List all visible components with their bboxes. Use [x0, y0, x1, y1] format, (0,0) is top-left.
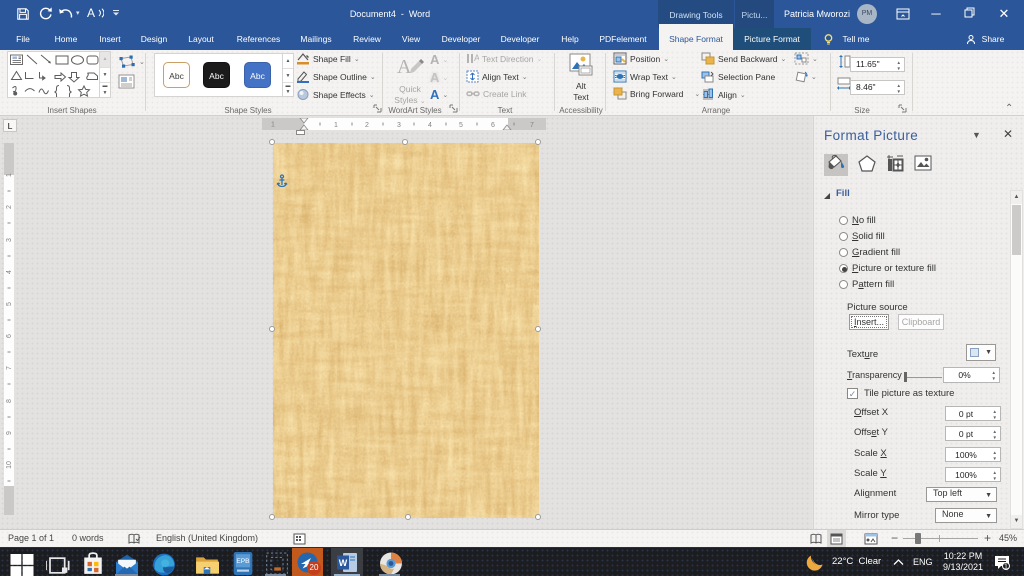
svg-text:5: 5 [459, 122, 463, 129]
svg-text:1: 1 [334, 122, 338, 129]
svg-text:5: 5 [6, 302, 13, 306]
svg-text:3: 3 [6, 238, 13, 242]
svg-text:7: 7 [530, 122, 534, 129]
svg-text:8: 8 [6, 399, 13, 403]
svg-text:1: 1 [6, 173, 13, 177]
svg-text:1: 1 [271, 122, 275, 129]
svg-text:10: 10 [6, 461, 13, 469]
svg-text:4: 4 [6, 270, 13, 274]
svg-text:2: 2 [6, 205, 13, 209]
svg-text:9: 9 [6, 431, 13, 435]
svg-text:2: 2 [365, 122, 369, 129]
svg-text:4: 4 [428, 122, 432, 129]
svg-text:A: A [397, 56, 412, 78]
svg-text:6: 6 [491, 122, 495, 129]
svg-text:7: 7 [6, 366, 13, 370]
svg-text:3: 3 [397, 122, 401, 129]
svg-text:EPB: EPB [236, 558, 250, 565]
svg-text:6: 6 [6, 334, 13, 338]
svg-text:W: W [339, 558, 348, 568]
svg-text:1: 1 [1004, 564, 1008, 571]
svg-text:A: A [474, 53, 479, 63]
